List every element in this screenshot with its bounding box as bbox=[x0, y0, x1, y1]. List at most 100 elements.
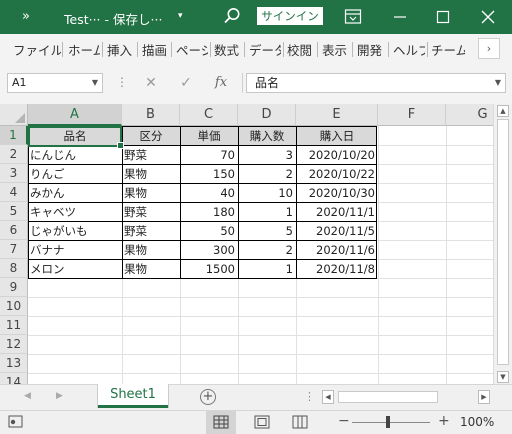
zoom-out-button[interactable]: − bbox=[338, 413, 350, 429]
header-cell-quantity[interactable]: 購入数 bbox=[238, 127, 296, 146]
quick-access-toolbar-icon[interactable]: » bbox=[22, 9, 30, 24]
name-box-dropdown-icon[interactable]: ▼ bbox=[92, 74, 98, 92]
title-dropdown-icon[interactable]: ▾ bbox=[178, 11, 183, 21]
cell-category[interactable]: 野菜 bbox=[122, 146, 180, 165]
column-header-d[interactable]: D bbox=[238, 104, 296, 126]
cell-price[interactable]: 50 bbox=[180, 222, 238, 241]
row-header-6[interactable]: 6 bbox=[0, 221, 28, 240]
ribbon-scroll-right-button[interactable]: › bbox=[478, 38, 500, 59]
cell-name[interactable]: じゃがいも bbox=[28, 222, 122, 241]
cell-quantity[interactable]: 2 bbox=[238, 241, 296, 260]
column-header-f[interactable]: F bbox=[378, 104, 446, 126]
vertical-scrollbar[interactable]: ▲ ▼ bbox=[493, 104, 512, 384]
scroll-right-icon[interactable]: ▶ bbox=[478, 390, 490, 404]
enter-icon[interactable]: ✓ bbox=[175, 72, 197, 94]
scroll-left-icon[interactable]: ◀ bbox=[322, 390, 334, 404]
cell-category[interactable]: 果物 bbox=[122, 241, 180, 260]
cell-price[interactable]: 40 bbox=[180, 184, 238, 203]
cell-category[interactable]: 果物 bbox=[122, 184, 180, 203]
insert-function-icon[interactable]: fx bbox=[210, 72, 232, 94]
tab-formulas[interactable]: 数式 bbox=[214, 40, 241, 59]
cell-name[interactable]: みかん bbox=[28, 184, 122, 203]
close-icon[interactable] bbox=[478, 7, 498, 27]
sheet-prev-icon[interactable]: ◀ bbox=[24, 391, 31, 401]
column-header-b[interactable]: B bbox=[122, 104, 180, 126]
cell-category[interactable]: 野菜 bbox=[122, 203, 180, 222]
formula-input[interactable]: 品名 ▼ bbox=[246, 73, 506, 93]
maximize-icon[interactable] bbox=[433, 7, 453, 27]
cell-category[interactable]: 果物 bbox=[122, 165, 180, 184]
horizontal-scrollbar[interactable]: ◀ ▶ bbox=[322, 390, 490, 404]
add-sheet-button[interactable]: + bbox=[200, 389, 216, 405]
vertical-scroll-thumb[interactable] bbox=[497, 119, 509, 365]
tab-developer[interactable]: 開発 bbox=[357, 40, 384, 59]
cell-quantity[interactable]: 1 bbox=[238, 203, 296, 222]
cell-quantity[interactable]: 2 bbox=[238, 165, 296, 184]
cell-category[interactable]: 野菜 bbox=[122, 222, 180, 241]
tab-draw[interactable]: 描画 bbox=[142, 40, 169, 59]
tab-home[interactable]: ホーム bbox=[68, 40, 100, 59]
row-header-2[interactable]: 2 bbox=[0, 145, 28, 164]
normal-view-button[interactable] bbox=[206, 411, 236, 434]
header-cell-date[interactable]: 購入日 bbox=[296, 127, 378, 146]
cell-date[interactable]: 2020/11/8 bbox=[296, 260, 378, 279]
tab-data[interactable]: データ bbox=[249, 40, 281, 59]
cell-date[interactable]: 2020/10/20 bbox=[296, 146, 378, 165]
scroll-down-icon[interactable]: ▼ bbox=[497, 371, 509, 383]
cell-name[interactable]: りんご bbox=[28, 165, 122, 184]
tab-split-handle[interactable]: ⋮ bbox=[304, 390, 315, 403]
header-cell-price[interactable]: 単価 bbox=[180, 127, 238, 146]
cell-quantity[interactable]: 1 bbox=[238, 260, 296, 279]
active-cell-selection[interactable] bbox=[28, 126, 124, 149]
horizontal-scroll-thumb[interactable] bbox=[338, 391, 438, 403]
row-header-1[interactable]: 1 bbox=[0, 126, 28, 145]
cell-price[interactable]: 70 bbox=[180, 146, 238, 165]
cell-name[interactable]: メロン bbox=[28, 260, 122, 279]
tab-file[interactable]: ファイル bbox=[13, 40, 61, 59]
cell-date[interactable]: 2020/11/6 bbox=[296, 241, 378, 260]
cell-category[interactable]: 果物 bbox=[122, 260, 180, 279]
zoom-slider[interactable] bbox=[352, 422, 430, 423]
ribbon-display-options-icon[interactable] bbox=[344, 8, 362, 25]
cell-name[interactable]: にんじん bbox=[28, 146, 122, 165]
tab-review[interactable]: 校閲 bbox=[287, 40, 314, 59]
sheet-tab-sheet1[interactable]: Sheet1 bbox=[98, 384, 168, 408]
row-header-9[interactable]: 9 bbox=[0, 278, 28, 297]
tab-view[interactable]: 表示 bbox=[322, 40, 349, 59]
worksheet-grid[interactable]: A B C D E F G 1 2 3 4 5 6 7 8 9 10 11 12 13 14 品名 区分 単価 購入数 購入日 にん… bbox=[0, 104, 512, 384]
row-header-11[interactable]: 11 bbox=[0, 316, 28, 335]
cell-price[interactable]: 180 bbox=[180, 203, 238, 222]
expand-formula-bar-icon[interactable]: ▼ bbox=[495, 74, 501, 92]
cell-price[interactable]: 300 bbox=[180, 241, 238, 260]
cell-price[interactable]: 150 bbox=[180, 165, 238, 184]
row-header-14[interactable]: 14 bbox=[0, 373, 28, 384]
zoom-in-button[interactable]: + bbox=[438, 413, 450, 429]
macro-record-icon[interactable] bbox=[8, 415, 24, 429]
tab-insert[interactable]: 挿入 bbox=[107, 40, 134, 59]
row-header-8[interactable]: 8 bbox=[0, 259, 28, 278]
cell-name[interactable]: バナナ bbox=[28, 241, 122, 260]
signin-button[interactable]: サインイン bbox=[257, 7, 323, 25]
tab-help[interactable]: ヘルプ bbox=[393, 40, 425, 59]
column-header-a[interactable]: A bbox=[28, 104, 122, 126]
select-all-button[interactable] bbox=[0, 104, 28, 126]
header-cell-category[interactable]: 区分 bbox=[122, 127, 180, 146]
column-header-e[interactable]: E bbox=[296, 104, 378, 126]
cell-quantity[interactable]: 10 bbox=[238, 184, 296, 203]
cell-price[interactable]: 1500 bbox=[180, 260, 238, 279]
cell-date[interactable]: 2020/11/5 bbox=[296, 222, 378, 241]
zoom-slider-thumb[interactable] bbox=[386, 416, 390, 428]
minimize-icon[interactable] bbox=[390, 7, 410, 27]
row-header-12[interactable]: 12 bbox=[0, 335, 28, 354]
column-header-c[interactable]: C bbox=[180, 104, 238, 126]
cell-date[interactable]: 2020/10/22 bbox=[296, 165, 378, 184]
row-header-5[interactable]: 5 bbox=[0, 202, 28, 221]
cell-quantity[interactable]: 5 bbox=[238, 222, 296, 241]
sheet-next-icon[interactable]: ▶ bbox=[56, 391, 63, 401]
formula-bar-drag-handle[interactable]: ⋮ bbox=[116, 75, 128, 89]
cell-name[interactable]: キャベツ bbox=[28, 203, 122, 222]
row-header-3[interactable]: 3 bbox=[0, 164, 28, 183]
zoom-level[interactable]: 100% bbox=[460, 415, 494, 429]
cell-quantity[interactable]: 3 bbox=[238, 146, 296, 165]
cancel-icon[interactable]: ✕ bbox=[140, 72, 162, 94]
